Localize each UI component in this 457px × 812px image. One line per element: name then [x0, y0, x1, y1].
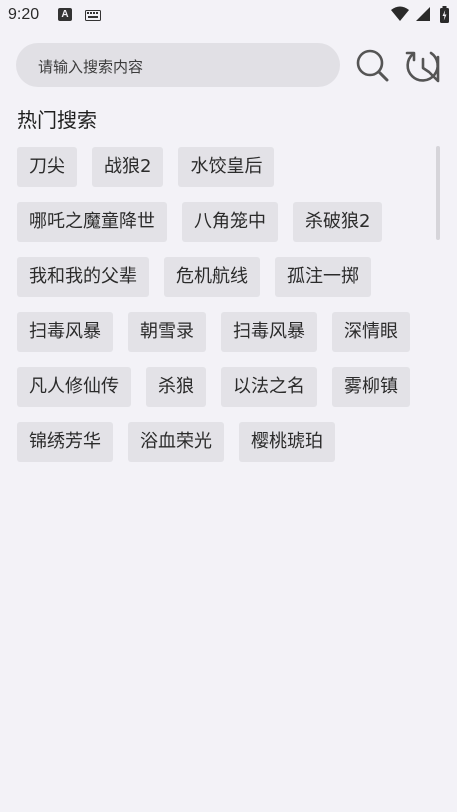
hot-tag[interactable]: 樱桃琥珀	[239, 422, 335, 462]
hot-tag[interactable]: 危机航线	[164, 257, 260, 297]
scrollbar-thumb[interactable]	[436, 146, 440, 240]
hot-tag[interactable]: 八角笼中	[182, 202, 278, 242]
wifi-icon	[390, 6, 409, 21]
hot-tag[interactable]: 哪吒之魔童降世	[17, 202, 167, 242]
status-right-icons	[390, 6, 449, 24]
tag-row: 我和我的父辈 危机航线 孤注一掷	[17, 257, 432, 297]
hot-tag[interactable]: 深情眼	[332, 312, 410, 352]
hot-tag[interactable]: 浴血荣光	[128, 422, 224, 462]
hot-tag[interactable]: 杀破狼2	[293, 202, 383, 242]
hot-tag[interactable]: 锦绣芳华	[17, 422, 113, 462]
hot-tag[interactable]: 战狼2	[92, 147, 164, 187]
hot-tag[interactable]: 扫毒风暴	[17, 312, 113, 352]
hot-tag[interactable]: 以法之名	[221, 367, 317, 407]
keyboard-icon	[85, 10, 101, 21]
cell-signal-icon	[415, 7, 430, 21]
status-time: 9:20	[8, 6, 40, 23]
search-input[interactable]: 请输入搜索内容	[16, 43, 340, 87]
hot-search-title: 热门搜索	[17, 108, 97, 132]
tag-row: 凡人修仙传 杀狼 以法之名 雾柳镇	[17, 367, 432, 407]
hot-tag[interactable]: 凡人修仙传	[17, 367, 131, 407]
hot-tag[interactable]: 水饺皇后	[178, 147, 275, 187]
hot-tag[interactable]: 孤注一掷	[275, 257, 371, 297]
battery-icon	[440, 6, 449, 23]
a-badge-icon: A	[58, 8, 72, 21]
hot-tag[interactable]: 朝雪录	[128, 312, 206, 352]
hot-tag[interactable]: 我和我的父辈	[17, 257, 149, 297]
tag-row: 刀尖 战狼2 水饺皇后	[17, 147, 432, 187]
hot-tag[interactable]: 刀尖	[17, 147, 77, 187]
search-row: 请输入搜索内容	[0, 42, 457, 88]
hot-tag[interactable]: 雾柳镇	[332, 367, 410, 407]
tag-row: 扫毒风暴 朝雪录 扫毒风暴 深情眼	[17, 312, 432, 352]
hot-search-tags: 刀尖 战狼2 水饺皇后 哪吒之魔童降世 八角笼中 杀破狼2 我和我的父辈 危机航…	[17, 147, 432, 477]
search-icon[interactable]	[354, 47, 390, 83]
history-icon[interactable]	[404, 47, 444, 85]
search-placeholder: 请输入搜索内容	[38, 58, 144, 76]
tag-row: 哪吒之魔童降世 八角笼中 杀破狼2	[17, 202, 432, 242]
hot-tag[interactable]: 杀狼	[146, 367, 206, 407]
hot-tag[interactable]: 扫毒风暴	[221, 312, 317, 352]
a-badge-label: A	[61, 9, 69, 20]
tag-row: 锦绣芳华 浴血荣光 樱桃琥珀	[17, 422, 432, 462]
status-bar: 9:20 A	[0, 0, 457, 32]
